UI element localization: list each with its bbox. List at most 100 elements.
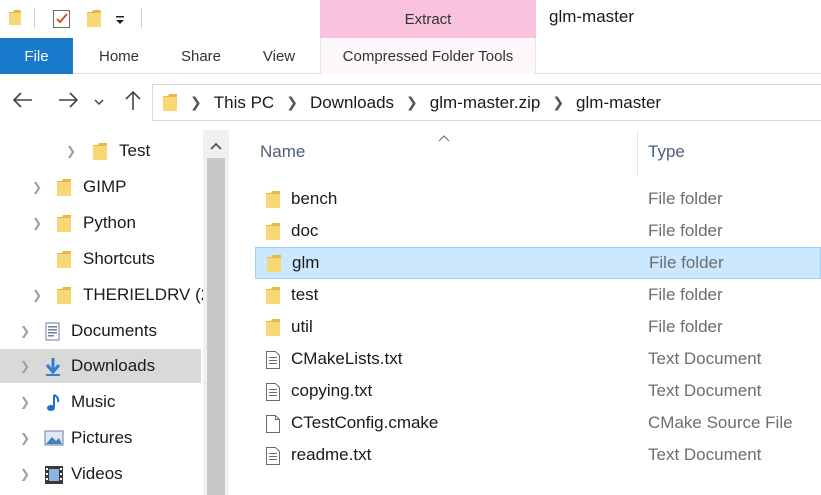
file-row[interactable]: copying.txt Text Document bbox=[255, 376, 821, 408]
arrow-up-icon bbox=[124, 89, 142, 116]
file-row[interactable]: doc File folder bbox=[255, 216, 821, 248]
folder-icon bbox=[162, 93, 178, 113]
folder-icon bbox=[56, 214, 72, 239]
sort-ascending-icon bbox=[438, 130, 450, 145]
back-button[interactable] bbox=[10, 89, 36, 115]
navigation-bar: ❯ This PC ❯ Downloads ❯ glm-master.zip ❯… bbox=[0, 74, 821, 130]
chevron-right-icon[interactable]: ❯ bbox=[286, 94, 298, 111]
forward-button[interactable] bbox=[55, 89, 81, 115]
up-button[interactable] bbox=[120, 89, 146, 115]
customize-dropdown-icon[interactable] bbox=[114, 13, 126, 31]
folder-icon bbox=[56, 250, 72, 275]
file-type: File folder bbox=[649, 253, 724, 272]
breadcrumb-this-pc[interactable]: This PC bbox=[214, 93, 274, 113]
folder-icon bbox=[56, 286, 72, 311]
nav-item-therieldrv[interactable]: ❯ THERIELDRV (2 bbox=[0, 278, 210, 312]
expand-chevron-icon[interactable]: ❯ bbox=[66, 144, 76, 158]
nav-item-gimp[interactable]: ❯ GIMP bbox=[0, 170, 201, 204]
extract-context-header: Extract bbox=[320, 0, 536, 38]
file-name: bench bbox=[291, 189, 338, 208]
expand-chevron-icon[interactable]: ❯ bbox=[20, 431, 30, 445]
breadcrumb-glm-master-zip[interactable]: glm-master.zip bbox=[430, 93, 541, 113]
text-file-icon bbox=[265, 446, 281, 471]
file-row[interactable]: readme.txt Text Document bbox=[255, 440, 821, 472]
file-name: doc bbox=[291, 221, 319, 240]
scrollbar-thumb[interactable] bbox=[207, 158, 225, 495]
file-type: File folder bbox=[648, 221, 723, 240]
file-type: File folder bbox=[648, 285, 723, 304]
file-type: CMake Source File bbox=[648, 413, 793, 432]
expand-chevron-icon[interactable]: ❯ bbox=[20, 395, 30, 409]
expand-chevron-icon[interactable]: ❯ bbox=[32, 288, 42, 302]
column-divider[interactable] bbox=[637, 130, 638, 176]
file-row[interactable]: glm File folder bbox=[255, 247, 821, 279]
ribbon-tab-bar: File Home Share View Compressed Folder T… bbox=[0, 38, 821, 74]
nav-item-label: Videos bbox=[71, 464, 123, 483]
folder-icon bbox=[265, 286, 281, 311]
music-note-icon bbox=[44, 393, 62, 418]
expand-chevron-icon[interactable]: ❯ bbox=[32, 216, 42, 230]
nav-item-test[interactable]: ❯ Test bbox=[0, 134, 201, 168]
nav-item-label: Documents bbox=[71, 321, 157, 340]
address-bar[interactable]: ❯ This PC ❯ Downloads ❯ glm-master.zip ❯… bbox=[152, 84, 821, 121]
chevron-right-icon[interactable]: ❯ bbox=[190, 94, 202, 111]
expand-chevron-icon[interactable]: ❯ bbox=[20, 467, 30, 481]
new-folder-icon[interactable] bbox=[86, 9, 102, 34]
file-name: copying.txt bbox=[291, 381, 373, 400]
file-name: test bbox=[291, 285, 319, 304]
nav-item-label: Test bbox=[119, 141, 151, 160]
nav-item-python[interactable]: ❯ Python bbox=[0, 206, 201, 240]
tab-compressed-folder-tools[interactable]: Compressed Folder Tools bbox=[320, 38, 536, 74]
nav-item-videos[interactable]: ❯ Videos bbox=[0, 457, 201, 491]
folder-icon bbox=[266, 254, 282, 279]
file-name: CMakeLists.txt bbox=[291, 349, 403, 368]
tab-file[interactable]: File bbox=[0, 38, 73, 74]
nav-item-label: GIMP bbox=[83, 177, 127, 196]
file-list: Name Type bench File folder doc File fol… bbox=[229, 130, 821, 495]
file-type: File folder bbox=[648, 189, 723, 208]
file-type: Text Document bbox=[648, 445, 762, 464]
file-row[interactable]: bench File folder bbox=[255, 184, 821, 216]
nav-item-downloads[interactable]: ❯ Downloads bbox=[0, 349, 201, 383]
chevron-right-icon[interactable]: ❯ bbox=[552, 94, 564, 111]
nav-item-label: Downloads bbox=[71, 356, 156, 375]
navpane-scrollbar[interactable] bbox=[203, 130, 229, 495]
expand-chevron-icon[interactable]: ❯ bbox=[20, 324, 30, 338]
film-strip-icon bbox=[44, 465, 64, 490]
nav-item-label: Music bbox=[71, 392, 116, 411]
arrow-left-icon bbox=[12, 91, 34, 114]
file-type: File folder bbox=[648, 317, 723, 336]
expand-chevron-icon[interactable]: ❯ bbox=[32, 180, 42, 194]
file-row[interactable]: CTestConfig.cmake CMake Source File bbox=[255, 408, 821, 440]
nav-item-label: Pictures bbox=[71, 428, 133, 447]
generic-file-icon bbox=[265, 414, 281, 439]
file-row[interactable]: test File folder bbox=[255, 280, 821, 312]
recent-locations-button[interactable] bbox=[90, 89, 108, 115]
file-row[interactable]: CMakeLists.txt Text Document bbox=[255, 344, 821, 376]
breadcrumb-glm-master[interactable]: glm-master bbox=[576, 93, 661, 113]
nav-item-documents[interactable]: ❯ Documents bbox=[0, 314, 201, 348]
column-header-name[interactable]: Name bbox=[260, 142, 305, 162]
folder-icon bbox=[56, 178, 72, 203]
tab-share[interactable]: Share bbox=[166, 38, 236, 74]
nav-item-pictures[interactable]: ❯ Pictures bbox=[0, 421, 201, 455]
tab-home[interactable]: Home bbox=[84, 38, 154, 74]
properties-checkmark-icon[interactable] bbox=[52, 9, 72, 34]
file-type: Text Document bbox=[648, 349, 762, 368]
nav-item-music[interactable]: ❯ Music bbox=[0, 385, 201, 419]
tab-view[interactable]: View bbox=[244, 38, 314, 74]
scroll-up-icon[interactable] bbox=[209, 138, 223, 156]
nav-item-shortcuts[interactable]: Shortcuts bbox=[0, 242, 201, 276]
text-file-icon bbox=[265, 350, 281, 375]
arrow-right-icon bbox=[57, 91, 79, 114]
window-title: glm-master bbox=[549, 7, 635, 26]
chevron-right-icon[interactable]: ❯ bbox=[406, 94, 418, 111]
folder-icon[interactable] bbox=[8, 9, 22, 32]
nav-item-label: Shortcuts bbox=[83, 249, 155, 268]
file-row[interactable]: util File folder bbox=[255, 312, 821, 344]
expand-chevron-icon[interactable]: ❯ bbox=[20, 359, 30, 373]
folder-icon bbox=[265, 190, 281, 215]
breadcrumb-downloads[interactable]: Downloads bbox=[310, 93, 394, 113]
column-header-type[interactable]: Type bbox=[648, 142, 685, 162]
file-name: util bbox=[291, 317, 313, 336]
